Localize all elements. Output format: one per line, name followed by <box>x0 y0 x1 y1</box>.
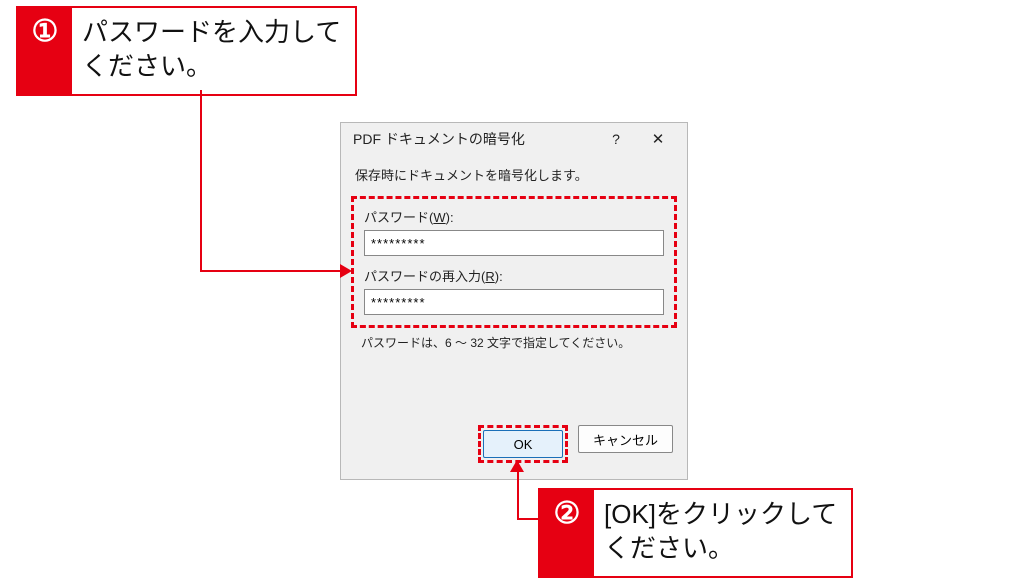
dialog-buttons: OK キャンセル <box>478 425 673 463</box>
cancel-button[interactable]: キャンセル <box>578 425 673 453</box>
callout-step-2: ② [OK]をクリックして ください。 <box>538 488 853 578</box>
ok-button-highlight: OK <box>478 425 568 463</box>
reenter-password-input[interactable] <box>364 289 664 315</box>
arrow-2-vertical <box>517 460 519 520</box>
arrow-2-horizontal <box>517 518 539 520</box>
callout-step-1: ① パスワードを入力して ください。 <box>16 6 357 96</box>
arrow-1-horizontal <box>200 270 340 272</box>
password-label: パスワード(W): <box>364 207 664 226</box>
titlebar: PDF ドキュメントの暗号化 ? ✕ <box>341 123 687 155</box>
ok-button[interactable]: OK <box>483 430 563 458</box>
step-number-icon: ② <box>540 490 594 576</box>
help-button[interactable]: ? <box>595 123 637 155</box>
step-number-icon: ① <box>18 8 72 94</box>
instruction-text: 保存時にドキュメントを暗号化します。 <box>355 165 673 184</box>
encrypt-pdf-dialog: PDF ドキュメントの暗号化 ? ✕ 保存時にドキュメントを暗号化します。 パス… <box>340 122 688 480</box>
password-input[interactable] <box>364 230 664 256</box>
password-fields-highlight: パスワード(W): パスワードの再入力(R): <box>351 196 677 328</box>
dialog-title: PDF ドキュメントの暗号化 <box>353 129 595 149</box>
reenter-password-label: パスワードの再入力(R): <box>364 266 664 285</box>
password-hint: パスワードは、6 ～ 32 文字で指定してください。 <box>361 334 673 351</box>
arrow-1-head-icon <box>340 264 352 278</box>
callout-1-text: パスワードを入力して ください。 <box>72 8 355 94</box>
arrow-1-vertical <box>200 90 202 272</box>
dialog-body: 保存時にドキュメントを暗号化します。 パスワード(W): パスワードの再入力(R… <box>341 155 687 351</box>
close-button[interactable]: ✕ <box>637 123 679 155</box>
callout-2-text: [OK]をクリックして ください。 <box>594 490 851 576</box>
